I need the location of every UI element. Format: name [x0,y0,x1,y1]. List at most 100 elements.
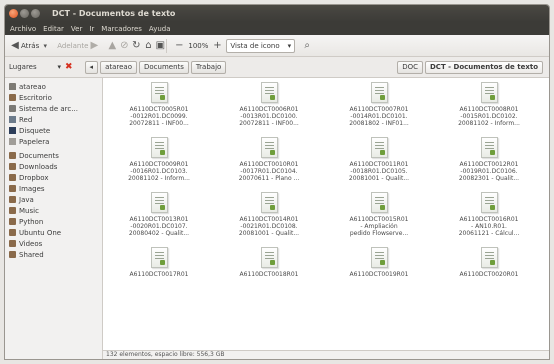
text-document-icon [150,192,168,213]
breadcrumb-scroll-left[interactable]: ◂ [84,60,99,74]
menu-archivo[interactable]: Archivo [10,25,36,33]
sidebar-item-escritorio[interactable]: Escritorio [5,92,102,103]
file-item[interactable]: A6110DCT0005R01 -0012R01.DC0099. 20072811 … [107,82,211,137]
file-name-line: -0012R01.DC0099. [130,113,188,120]
menu-ayuda[interactable]: Ayuda [149,25,171,33]
status-bar: 132 elementos, espacio libre: 556,3 GB [103,350,549,359]
folder-icon [9,207,16,214]
file-name-line: 20061121 - Cálcul... [458,230,520,237]
zoom-level: 100% [188,41,209,50]
text-document-icon [260,247,278,268]
sidebar-item-disquete[interactable]: Disquete [5,125,102,136]
titlebar: DCT - Documentos de texto [5,5,549,22]
file-item[interactable]: A6110DCT0007R01 -0014R01.DC0101. 20081802 … [327,82,431,137]
folder-icon [9,185,16,192]
desktop-icon [9,94,16,101]
home-icon [9,83,16,90]
file-item[interactable]: A6110DCT0006R01 -0013R01.DC0100. 20072811 … [217,82,321,137]
file-name-line: A6110DCT0009R01 [129,161,189,168]
file-item[interactable]: A6110DCT0010R01 -0017R01.DC0104. 20070611 … [217,137,321,192]
places-select[interactable]: Lugares ▾ [9,63,61,71]
folder-icon [9,218,16,225]
file-item[interactable]: A6110DCT0014R01 -0021R01.DC0108. 20081001 … [217,192,321,247]
file-item[interactable]: A6110DCT0009R01 -0016R01.DC0103. 20081102 … [107,137,211,192]
text-document-icon [150,137,168,158]
reload-icon[interactable]: ↻ [130,40,142,52]
menu-marcadores[interactable]: Marcadores [101,25,142,33]
file-item[interactable]: A6110DCT0020R01 [437,247,541,302]
file-name-line: A6110DCT0014R01 [239,216,299,223]
sidebar-item-papelera[interactable]: Papelera [5,136,102,147]
sidebar-item-videos[interactable]: Videos [5,238,102,249]
file-manager-window: DCT - Documentos de texto Archivo Editar… [4,4,550,360]
text-document-icon [260,137,278,158]
maximize-window-button[interactable] [31,9,40,18]
home-icon[interactable]: ⌂ [142,40,154,52]
file-item[interactable]: A6110DCT0013R01 -0020R01.DC0107. 20080402 … [107,192,211,247]
menu-ir[interactable]: Ir [89,25,94,33]
sidebar-item-java[interactable]: Java [5,194,102,205]
file-name-line: A6110DCT0012R01 [459,161,519,168]
minimize-window-button[interactable] [20,9,29,18]
sidebar-item-red[interactable]: Red [5,114,102,125]
chevron-down-icon: ▾ [287,41,292,50]
sidebar-item-shared[interactable]: Shared [5,249,102,260]
arrow-up-icon[interactable]: ▲ [106,40,118,52]
text-document-icon [370,192,388,213]
folder-icon [9,251,16,258]
breadcrumb-documents[interactable]: Documents [139,60,189,74]
stop-icon[interactable]: ⊘ [118,40,130,52]
sidebar-item-documents[interactable]: Documents [5,150,102,161]
file-view[interactable]: A6110DCT0005R01 -0012R01.DC0099. 20072811 … [103,78,549,359]
menubar: Archivo Editar Ver Ir Marcadores Ayuda [5,22,549,35]
file-item[interactable]: A6110DCT0018R01 [217,247,321,302]
close-window-button[interactable] [9,9,18,18]
folder-icon [9,240,16,247]
file-name-line: A6110DCT0018R01 [239,271,299,278]
file-name-line: -0020R01.DC0107. [130,223,188,230]
file-name-line: A6110DCT0015R01 [349,216,409,223]
file-name-line: 20081001 - Qualit... [348,175,410,182]
toolbar: ◀ Atrás ▾ Adelante ▶ ▲ ⊘ ↻ ⌂ ▣ − 100% + … [5,35,549,57]
file-name-line: -0014R01.DC0101. [350,113,408,120]
file-item[interactable]: A6110DCT0015R01- Ampliación pedido Flowse… [327,192,431,247]
sidebar-item-images[interactable]: Images [5,183,102,194]
folder-icon [9,152,16,159]
menu-ver[interactable]: Ver [71,25,82,33]
search-icon[interactable]: ⌕ [301,40,313,52]
file-name-line: - AN10.R01. [471,223,507,230]
sidebar-item-python[interactable]: Python [5,216,102,227]
file-item[interactable]: A6110DCT0019R01 [327,247,431,302]
close-x-icon[interactable]: ✖ [65,62,73,72]
file-name-line: 20082301 - Qualit... [458,175,520,182]
window-title: DCT - Documentos de texto [52,9,176,18]
zoom-in-icon[interactable]: + [211,40,223,52]
forward-button[interactable]: Adelante ▶ [57,40,100,52]
view-mode-select[interactable]: Vista de icono ▾ [226,38,296,53]
text-document-icon [370,137,388,158]
text-document-icon [150,82,168,103]
file-name-line: A6110DCT0005R01 [129,106,189,113]
drive-icon [9,105,16,112]
file-item[interactable]: A6110DCT0017R01 [107,247,211,302]
computer-icon[interactable]: ▣ [154,40,166,52]
sidebar-item-dropbox[interactable]: Dropbox [5,172,102,183]
sidebar-item-atareao[interactable]: atareao [5,81,102,92]
breadcrumb-atareao[interactable]: atareao [100,60,137,74]
text-document-icon [480,247,498,268]
breadcrumb-trabajo[interactable]: Trabajo [190,60,227,74]
sidebar-item-music[interactable]: Music [5,205,102,216]
sidebar-item-sistema[interactable]: Sistema de arc... [5,103,102,114]
file-item[interactable]: A6110DCT0011R01 -0018R01.DC0105. 20081001 … [327,137,431,192]
file-item[interactable]: A6110DCT0012R01 -0019R01.DC0106. 20082301 … [437,137,541,192]
sidebar-item-ubuntu-one[interactable]: Ubuntu One [5,227,102,238]
breadcrumb-current[interactable]: DCT - Documentos de texto [425,60,543,74]
back-button[interactable]: ◀ Atrás ▾ [9,40,51,52]
file-name-line: A6110DCT0010R01 [239,161,299,168]
breadcrumb-doc[interactable]: DOC [397,60,423,74]
zoom-out-icon[interactable]: − [173,40,185,52]
file-item[interactable]: A6110DCT0008R01 -0015R01.DC0102. 20081102 … [437,82,541,137]
file-item[interactable]: A6110DCT0016R01- AN10.R01. 20061121 - Cál… [437,192,541,247]
sidebar-item-downloads[interactable]: Downloads [5,161,102,172]
menu-editar[interactable]: Editar [43,25,64,33]
